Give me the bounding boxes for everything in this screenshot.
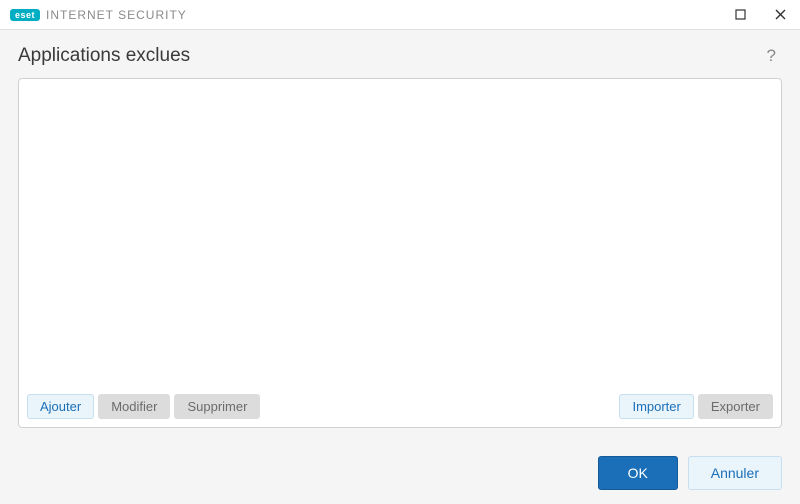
export-button[interactable]: Exporter [698, 394, 773, 419]
page-title: Applications exclues [18, 45, 190, 67]
panel-actions: Ajouter Modifier Supprimer Importer Expo… [19, 386, 781, 427]
dialog-header: Applications exclues ? [0, 30, 800, 78]
close-button[interactable] [760, 0, 800, 30]
maximize-button[interactable] [720, 0, 760, 30]
product-name: INTERNET SECURITY [46, 8, 187, 22]
exclusions-panel: Ajouter Modifier Supprimer Importer Expo… [18, 78, 782, 428]
delete-button[interactable]: Supprimer [174, 394, 260, 419]
maximize-icon [735, 9, 746, 20]
import-button[interactable]: Importer [619, 394, 693, 419]
edit-button[interactable]: Modifier [98, 394, 170, 419]
titlebar: eset INTERNET SECURITY [0, 0, 800, 30]
add-button[interactable]: Ajouter [27, 394, 94, 419]
window-controls [720, 0, 800, 29]
content-area: Ajouter Modifier Supprimer Importer Expo… [0, 78, 800, 438]
help-icon[interactable]: ? [761, 44, 782, 68]
cancel-button[interactable]: Annuler [688, 456, 782, 490]
ok-button[interactable]: OK [598, 456, 678, 490]
brand-logo: eset [10, 9, 40, 21]
close-icon [775, 9, 786, 20]
exclusions-list[interactable] [19, 79, 781, 386]
dialog-footer: OK Annuler [0, 438, 800, 504]
